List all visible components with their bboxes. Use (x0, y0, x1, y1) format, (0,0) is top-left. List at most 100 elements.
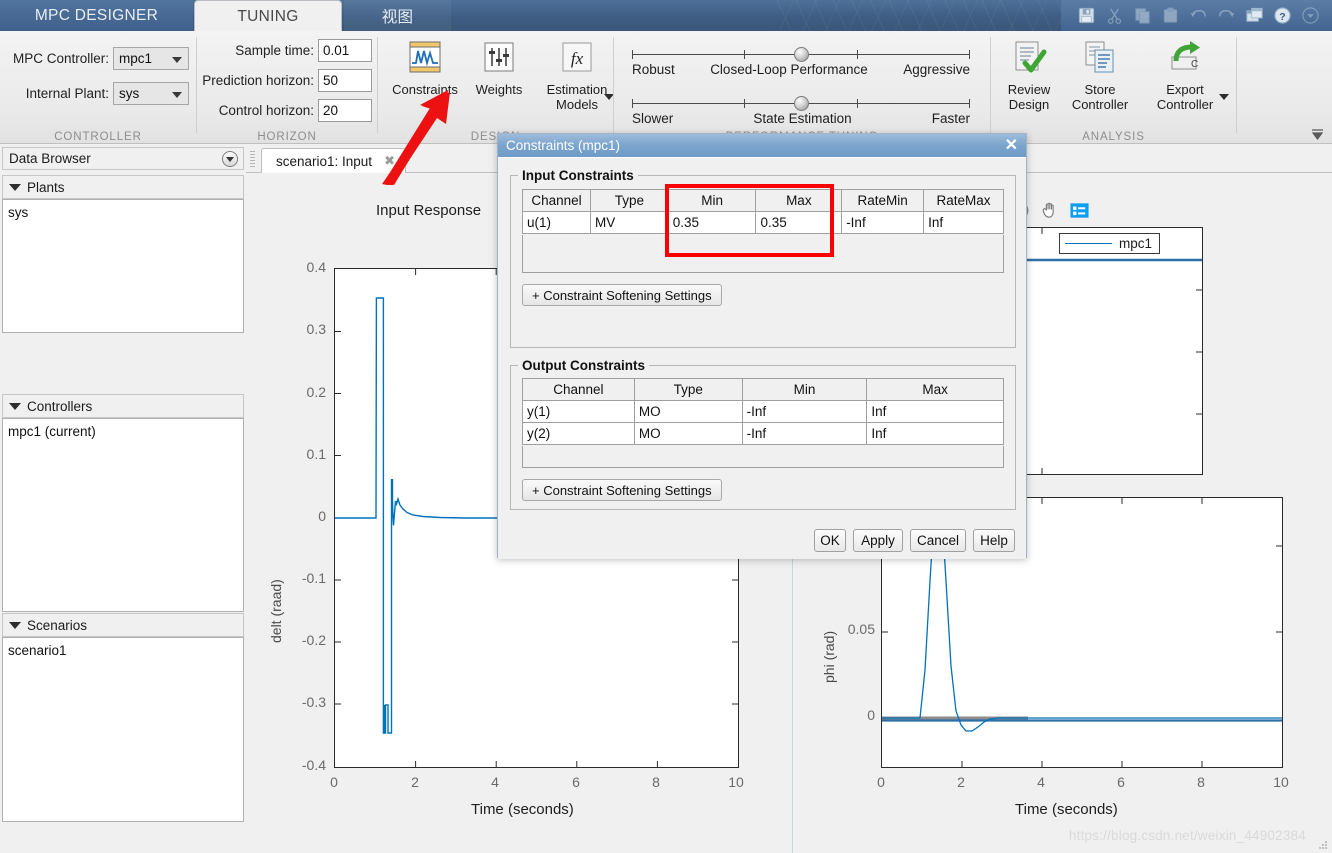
redo-icon[interactable] (1217, 6, 1236, 25)
help-button[interactable]: Help (973, 529, 1015, 552)
cell-type[interactable]: MV (589, 211, 669, 234)
constraints-icon (405, 37, 445, 79)
col-ratemin: RateMin (841, 189, 925, 212)
slider-thumb[interactable] (794, 96, 809, 111)
output-constraint-softening-button[interactable]: + Constraint Softening Settings (522, 479, 722, 501)
input-constraints-legend: Input Constraints (522, 168, 634, 183)
internal-plant-select[interactable]: sys (113, 82, 189, 105)
pan-hand-icon[interactable] (1039, 200, 1060, 221)
xtick: 0 (877, 774, 885, 790)
list-item[interactable]: sys (8, 203, 243, 222)
save-icon[interactable] (1077, 6, 1096, 25)
prediction-horizon-input[interactable]: 50 (318, 69, 372, 92)
col-max: Max (866, 378, 1004, 401)
output-constraints-table[interactable]: Channel Type Min Max y(1) MO -Inf Inf y(… (522, 378, 1004, 445)
controllers-list[interactable]: mpc1 (current) (2, 418, 244, 612)
tab-tuning-label: TUNING (237, 8, 299, 25)
export-controller-button-label: Export Controller (1156, 82, 1214, 112)
tab-tuning[interactable]: TUNING (194, 0, 342, 31)
ribbon-label-controller: CONTROLLER (54, 131, 142, 143)
store-controller-button[interactable]: Store Controller (1055, 37, 1145, 112)
table-row[interactable]: y(2) MO -Inf Inf (522, 422, 1004, 445)
document-tab-label: scenario1: Input (276, 153, 373, 169)
cell-ratemax[interactable]: Inf (923, 211, 1004, 234)
copy-icon[interactable] (1133, 6, 1152, 25)
cell-channel[interactable]: y(2) (522, 422, 635, 445)
legend-toggle-icon[interactable] (1069, 200, 1090, 221)
close-icon[interactable]: ✕ (1005, 137, 1018, 153)
slider-thumb[interactable] (794, 47, 809, 62)
cell-channel[interactable]: u(1) (522, 211, 591, 234)
layout-icon[interactable] (1245, 6, 1264, 25)
window-resize-grip[interactable] (1318, 840, 1329, 851)
input-response-fill (391, 479, 394, 518)
output-response-legend[interactable]: mpc1 (1059, 233, 1161, 254)
sample-time-input[interactable]: 0.01 (318, 39, 372, 62)
cut-icon[interactable] (1105, 6, 1124, 25)
cancel-button[interactable]: Cancel (910, 529, 966, 552)
collapse-ribbon-button[interactable] (1310, 126, 1324, 140)
cell-channel[interactable]: y(1) (522, 400, 635, 423)
col-ratemax: RateMax (923, 189, 1004, 212)
xtick: 4 (491, 774, 499, 790)
xtick: 8 (652, 774, 660, 790)
apply-button[interactable]: Apply (853, 529, 903, 552)
list-item[interactable]: scenario1 (8, 641, 243, 660)
review-design-icon (1009, 37, 1049, 79)
quick-access-toolbar: ? (1061, 0, 1332, 31)
cell-max[interactable]: Inf (866, 422, 1004, 445)
table-row[interactable]: y(1) MO -Inf Inf (522, 400, 1004, 423)
scenarios-list[interactable]: scenario1 (2, 637, 244, 822)
scenarios-section-header[interactable]: Scenarios (2, 613, 244, 637)
control-horizon-input[interactable]: 20 (318, 99, 372, 122)
constraints-button[interactable]: Constraints (386, 37, 464, 97)
table-row[interactable]: u(1) MV 0.35 0.35 -Inf Inf (522, 211, 1004, 234)
undo-icon[interactable] (1189, 6, 1208, 25)
col-type: Type (589, 189, 669, 212)
internal-plant-row: Internal Plant: sys (6, 82, 189, 105)
close-icon[interactable]: ✖ (384, 153, 395, 169)
dropdown-icon[interactable] (1301, 6, 1320, 25)
data-browser-menu-button[interactable] (222, 151, 238, 167)
tab-view[interactable]: 视图 (344, 0, 451, 31)
col-min: Min (667, 189, 757, 212)
help-icon[interactable]: ? (1273, 6, 1292, 25)
mpc-controller-select[interactable]: mpc1 (113, 47, 189, 70)
export-controller-button[interactable]: C Export Controller (1139, 37, 1231, 112)
input-constraints-empty-area (522, 235, 1004, 273)
cell-max[interactable]: Inf (866, 400, 1004, 423)
estimation-models-button[interactable]: fx Estimation Models (530, 37, 624, 112)
constraints-dialog[interactable]: Constraints (mpc1) ✕ Input Constraints C… (497, 133, 1027, 559)
input-constraints-table[interactable]: Channel Type Min Max RateMin RateMax u(1… (522, 189, 1004, 234)
phi-xlabel: Time (seconds) (1015, 801, 1118, 818)
document-tab-scenario1-input[interactable]: scenario1: Input ✖ (261, 148, 406, 173)
cell-min[interactable]: -Inf (741, 400, 868, 423)
plants-list[interactable]: sys (2, 199, 244, 333)
paste-icon[interactable] (1161, 6, 1180, 25)
ok-button[interactable]: OK (814, 529, 846, 552)
triangle-down-icon (9, 183, 21, 191)
export-controller-icon: C (1164, 37, 1206, 79)
weights-button[interactable]: Weights (460, 37, 538, 97)
dialog-title-bar[interactable]: Constraints (mpc1) ✕ (498, 134, 1026, 157)
cell-type[interactable]: MO (633, 400, 743, 423)
cell-min[interactable]: -Inf (741, 422, 868, 445)
plants-label: Plants (27, 179, 65, 195)
tab-mpc-designer[interactable]: MPC DESIGNER (0, 0, 193, 31)
chevron-down-icon[interactable] (1219, 94, 1229, 100)
list-item[interactable]: mpc1 (current) (8, 422, 243, 441)
cell-type[interactable]: MO (633, 422, 743, 445)
xtick: 0 (330, 774, 338, 790)
cell-max[interactable]: 0.35 (755, 211, 843, 234)
plants-section-header[interactable]: Plants (2, 175, 244, 199)
xtick: 2 (957, 774, 965, 790)
data-browser-header: Data Browser (2, 147, 244, 170)
input-constraint-softening-button[interactable]: + Constraint Softening Settings (522, 284, 722, 306)
controllers-section-header[interactable]: Controllers (2, 394, 244, 418)
ribbon-label-analysis: ANALYSIS (1082, 131, 1145, 143)
tab-grip-handle[interactable] (250, 151, 255, 167)
cell-ratemin[interactable]: -Inf (841, 211, 925, 234)
mpc-controller-row: MPC Controller: mpc1 (6, 47, 189, 70)
cell-min[interactable]: 0.35 (667, 211, 757, 234)
state-estimation-right-label: Faster (931, 111, 970, 126)
